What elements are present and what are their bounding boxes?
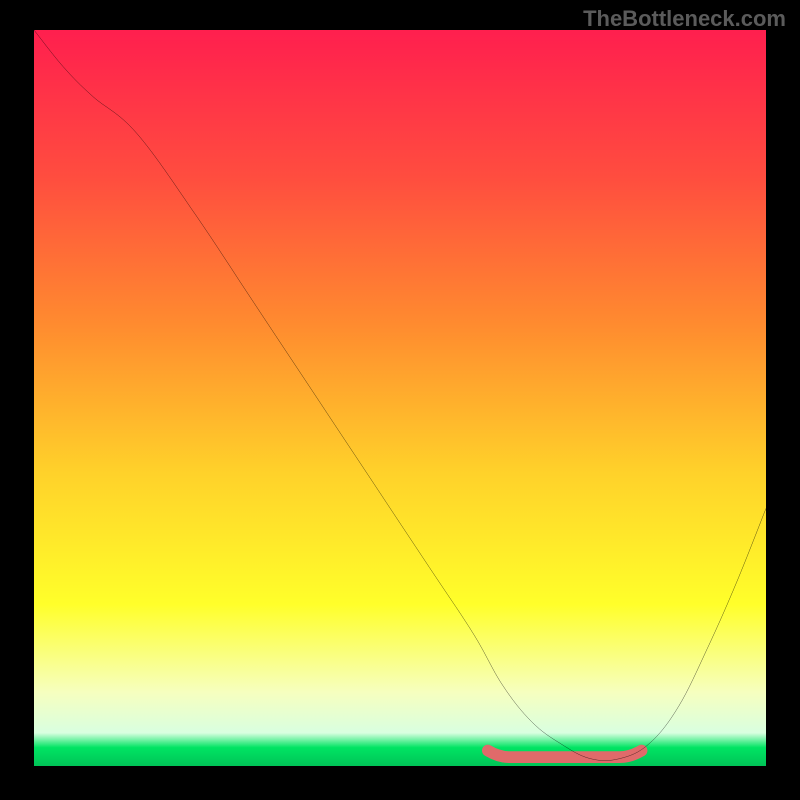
min-highlight [488,751,642,758]
gradient-panel [34,30,766,766]
attribution-label: TheBottleneck.com [583,6,786,32]
chart-svg [34,30,766,766]
plot-area [34,30,766,766]
chart-container: TheBottleneck.com [0,0,800,800]
